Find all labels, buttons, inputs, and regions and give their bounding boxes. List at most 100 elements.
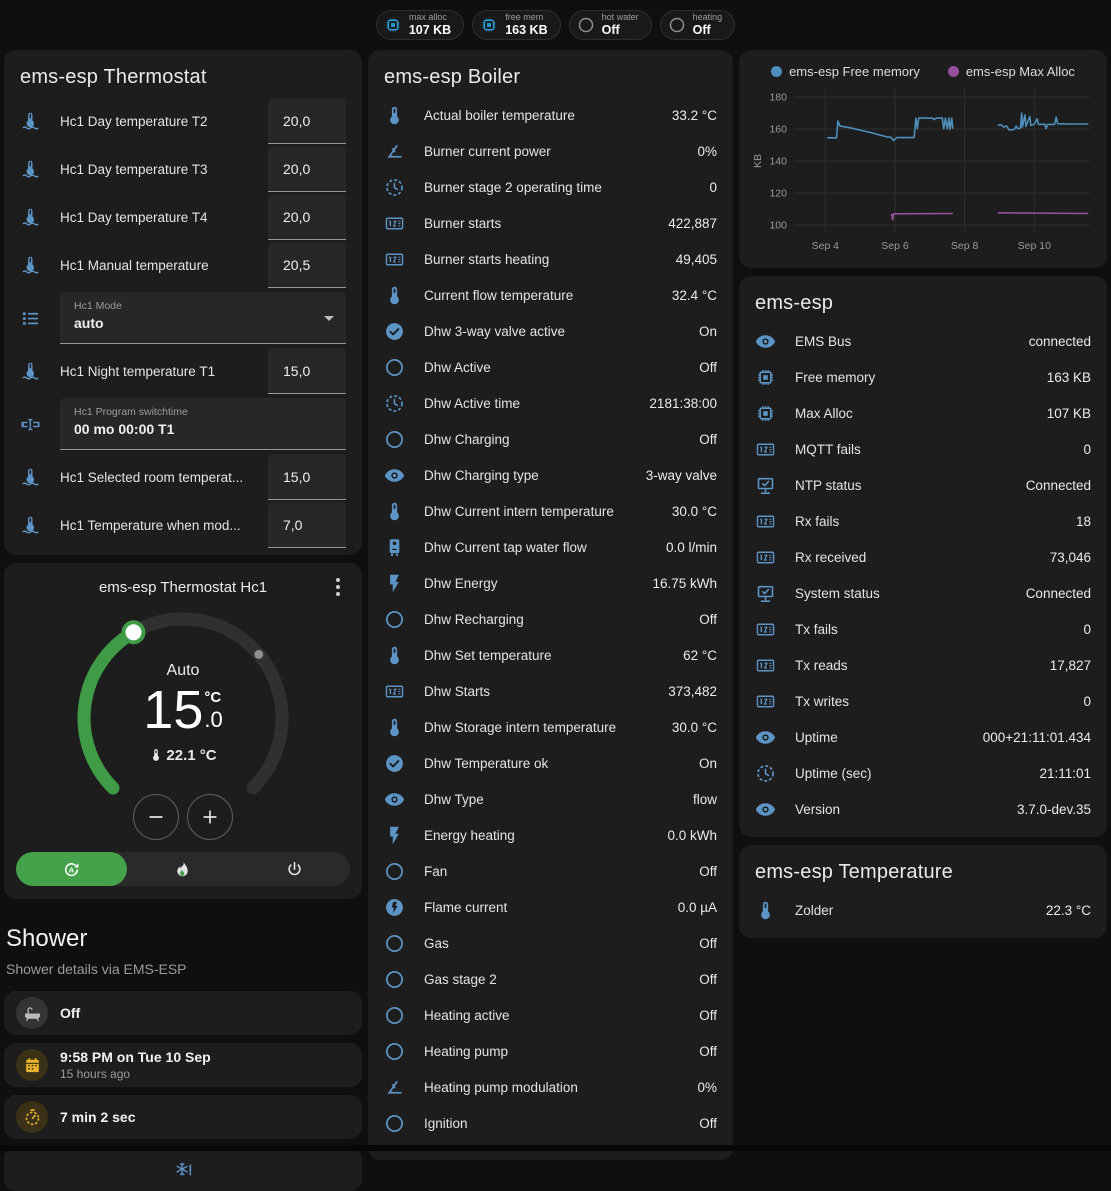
legend-item[interactable]: ems-esp Max Alloc [948,64,1075,79]
number-input[interactable]: 20,0 [268,98,346,144]
hvac-mode-off-button[interactable] [239,852,350,886]
entity-label: Uptime (sec) [795,766,1029,781]
entity-row[interactable]: System statusConnected [739,575,1107,611]
circle-outline-icon [384,969,408,990]
top-badge-hot-water[interactable]: hot waterOff [569,10,652,40]
thermometer-icon [384,105,408,126]
entity-row[interactable]: IgnitionOff [368,1105,733,1141]
entity-row[interactable]: Burner current power0% [368,133,733,169]
increase-temp-button[interactable] [187,794,233,840]
top-badge-heating[interactable]: heatingOff [660,10,736,40]
entity-label: Dhw Set temperature [424,648,673,663]
mode-select[interactable]: Hc1 Modeauto [60,292,346,344]
entity-row[interactable]: Rx fails18 [739,503,1107,539]
entity-label: Hc1 Day temperature T4 [60,210,268,225]
entity-row[interactable]: Hc1 Day temperature T320,0 [4,145,362,193]
entity-row[interactable]: Dhw Energy16.75 kWh [368,565,733,601]
entity-row[interactable]: Burner starts heating49,405 [368,241,733,277]
more-menu-icon[interactable] [328,575,348,599]
entity-row[interactable]: Max Alloc107 KB [739,395,1107,431]
entity-row[interactable]: Dhw Current tap water flow0.0 l/min [368,529,733,565]
entity-label: Gas stage 2 [424,972,689,987]
entity-row[interactable]: Hc1 Program switchtime00 mo 00:00 T1 [4,395,362,453]
entity-row[interactable]: Burner starts422,887 [368,205,733,241]
entity-row[interactable]: Dhw Current intern temperature30.0 °C [368,493,733,529]
entity-row[interactable]: Uptime000+21:11:01.434 [739,719,1107,755]
entity-row[interactable]: Heating activeOff [368,997,733,1033]
minus-icon [146,807,166,827]
svg-text:100: 100 [769,220,787,232]
entity-row[interactable]: Dhw Active time2181:38:00 [368,385,733,421]
entity-label: Dhw Charging [424,432,689,447]
hvac-mode-auto-button[interactable]: A [16,852,127,886]
entity-row[interactable]: Dhw 3-way valve activeOn [368,313,733,349]
entity-row[interactable]: Dhw ChargingOff [368,421,733,457]
entity-row[interactable]: Hc1 Temperature when mod...7,0 [4,501,362,549]
entity-row[interactable]: Flame current0.0 µA [368,889,733,925]
entity-label: Dhw Type [424,792,683,807]
shower-tile[interactable]: 9:58 PM on Tue 10 Sep15 hours ago [4,1043,362,1087]
number-input[interactable]: 7,0 [268,502,346,548]
flash-circle-icon [384,897,408,918]
number-input[interactable]: 15,0 [268,454,346,500]
top-badge-max-alloc[interactable]: max alloc107 KB [376,10,464,40]
shower-tile[interactable] [4,1147,362,1191]
entity-row[interactable]: Rx received73,046 [739,539,1107,575]
badge-text: hot waterOff [602,13,639,37]
eye-icon [755,331,779,352]
hvac-mode-heat-button[interactable] [127,852,238,886]
entity-row[interactable]: Actual boiler temperature33.2 °C [368,97,733,133]
entity-row[interactable]: Dhw RechargingOff [368,601,733,637]
entity-row[interactable]: Version3.7.0-dev.35 [739,791,1107,827]
number-input[interactable]: 20,5 [268,242,346,288]
entity-row[interactable]: Heating pumpOff [368,1033,733,1069]
decrease-temp-button[interactable] [133,794,179,840]
entity-row[interactable]: Hc1 Day temperature T420,0 [4,193,362,241]
entity-row[interactable]: Current flow temperature32.4 °C [368,277,733,313]
entity-row[interactable]: Dhw Starts373,482 [368,673,733,709]
entity-row[interactable]: Tx writes0 [739,683,1107,719]
entity-row[interactable]: Hc1 Selected room temperat...15,0 [4,453,362,501]
number-input[interactable]: 15,0 [268,348,346,394]
entity-row[interactable]: Hc1 Manual temperature20,5 [4,241,362,289]
entity-row[interactable]: Tx reads17,827 [739,647,1107,683]
text-input[interactable]: Hc1 Program switchtime00 mo 00:00 T1 [60,398,346,450]
entity-row[interactable]: Uptime (sec)21:11:01 [739,755,1107,791]
thermostat-dial: Auto 15 °C .0 22.1 °C [63,600,303,840]
entity-row[interactable]: Hc1 Day temperature T220,0 [4,97,362,145]
entity-row[interactable]: Gas stage 2Off [368,961,733,997]
number-input[interactable]: 20,0 [268,194,346,240]
entity-row[interactable]: Dhw Temperature okOn [368,745,733,781]
entity-row[interactable]: Hc1 Night temperature T115,0 [4,347,362,395]
badge-label: hot water [602,13,639,22]
legend-label: ems-esp Free memory [789,64,920,79]
entity-row[interactable]: EMS Busconnected [739,323,1107,359]
entity-row[interactable]: Dhw Typeflow [368,781,733,817]
counter-icon [755,547,779,568]
entity-row[interactable]: Heating pump modulation0% [368,1069,733,1105]
entity-row[interactable]: Tx fails0 [739,611,1107,647]
entity-row[interactable]: NTP statusConnected [739,467,1107,503]
entity-label: Burner starts [424,216,658,231]
entity-row[interactable]: Free memory163 KB [739,359,1107,395]
entity-row[interactable]: Dhw Set temperature62 °C [368,637,733,673]
entity-row[interactable]: Hc1 Modeauto [4,289,362,347]
number-input[interactable]: 20,0 [268,146,346,192]
legend-item[interactable]: ems-esp Free memory [771,64,920,79]
entity-row[interactable]: Zolder22.3 °C [739,892,1107,928]
entity-row[interactable]: MQTT fails0 [739,431,1107,467]
shower-tile[interactable]: 7 min 2 sec [4,1095,362,1139]
entity-row[interactable]: Dhw Storage intern temperature30.0 °C [368,709,733,745]
entity-row[interactable]: Energy heating0.0 kWh [368,817,733,853]
entity-label: Hc1 Temperature when mod... [60,518,268,533]
entity-row[interactable]: GasOff [368,925,733,961]
shower-tile[interactable]: Off [4,991,362,1035]
top-badge-free-mem[interactable]: free mem163 KB [472,10,560,40]
entity-row[interactable]: Dhw ActiveOff [368,349,733,385]
entity-label: Zolder [795,903,1036,918]
badge-value: 163 KB [505,24,547,37]
entity-row[interactable]: Burner stage 2 operating time0 [368,169,733,205]
entity-row[interactable]: FanOff [368,853,733,889]
field-label: Hc1 Program switchtime [74,406,332,418]
entity-row[interactable]: Dhw Charging type3-way valve [368,457,733,493]
